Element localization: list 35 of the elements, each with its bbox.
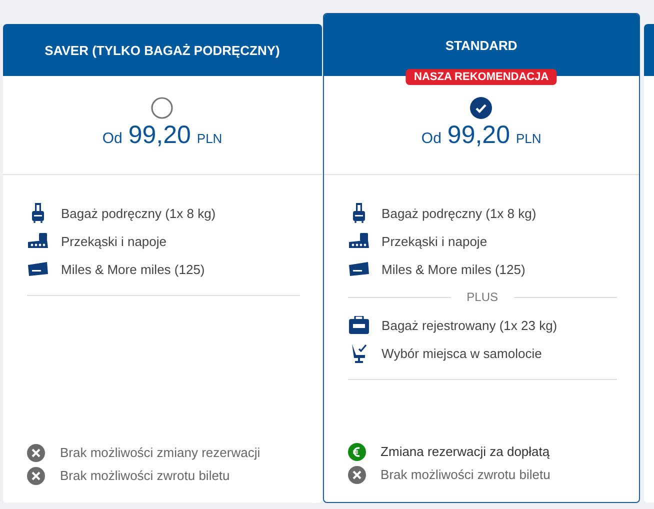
plan-title: SAVER (TYLKO BAGAŻ PODRĘCZNY) xyxy=(44,42,280,58)
feature-text: Przekąski i napoje xyxy=(61,234,166,248)
condition-text: Brak możliwości zmiany rezerwacji xyxy=(60,445,260,460)
plus-label: PLUS xyxy=(466,290,498,304)
plan-card[interactable] xyxy=(322,13,640,503)
card-icon xyxy=(348,261,370,277)
feature-text: Bagaż podręczny (1x 8 kg) xyxy=(382,206,536,220)
snack-tray-icon xyxy=(348,233,370,249)
card-icon xyxy=(27,261,49,277)
feature-text: Wybór miejsca w samolocie xyxy=(382,346,542,360)
price-prefix: Od xyxy=(102,130,122,147)
feature-text: Przekąski i napoje xyxy=(382,234,488,248)
condition-text: Brak możliwości zwrotu biletu xyxy=(380,467,550,482)
feature-text: Miles & More miles (125) xyxy=(61,262,205,276)
condition-text: Zmiana rezerwacji za dopłatą xyxy=(380,444,550,459)
feature-text: Bagaż podręczny (1x 8 kg) xyxy=(61,206,216,220)
euro-circle-icon xyxy=(348,442,366,460)
price-currency: PLN xyxy=(196,131,222,146)
close-circle-icon xyxy=(27,444,45,462)
radio-button[interactable] xyxy=(151,97,174,119)
radio-button[interactable] xyxy=(470,97,492,119)
snack-tray-icon xyxy=(27,233,49,249)
plan-title: STANDARD xyxy=(445,38,518,53)
recommendation-badge: NASZA REKOMENDACJA xyxy=(406,69,557,85)
price-amount: 99,20 xyxy=(128,121,191,150)
price-prefix: Od xyxy=(421,130,442,147)
close-circle-icon xyxy=(27,466,45,484)
luggage-icon xyxy=(348,316,370,334)
plan-card[interactable]: SAVER (TYLKO BAGAŻ PODRĘCZNY) Od 99,20 PLN Bagaż podręczny (1x 8 kg) Przekąski i napoje Miles & More miles (125) Brak możliwości zmiany rezerwacji Brak możliwości zwrotu biletu xyxy=(3,24,322,503)
feature-text: Bagaż rejestrowany (1x 23 kg) xyxy=(382,318,558,332)
price-amount: 99,20 xyxy=(447,121,510,150)
feature-text: Miles & More miles (125) xyxy=(382,262,526,276)
condition-text: Brak możliwości zwrotu biletu xyxy=(60,468,230,483)
close-circle-icon xyxy=(348,466,366,484)
price-currency: PLN xyxy=(516,131,542,146)
